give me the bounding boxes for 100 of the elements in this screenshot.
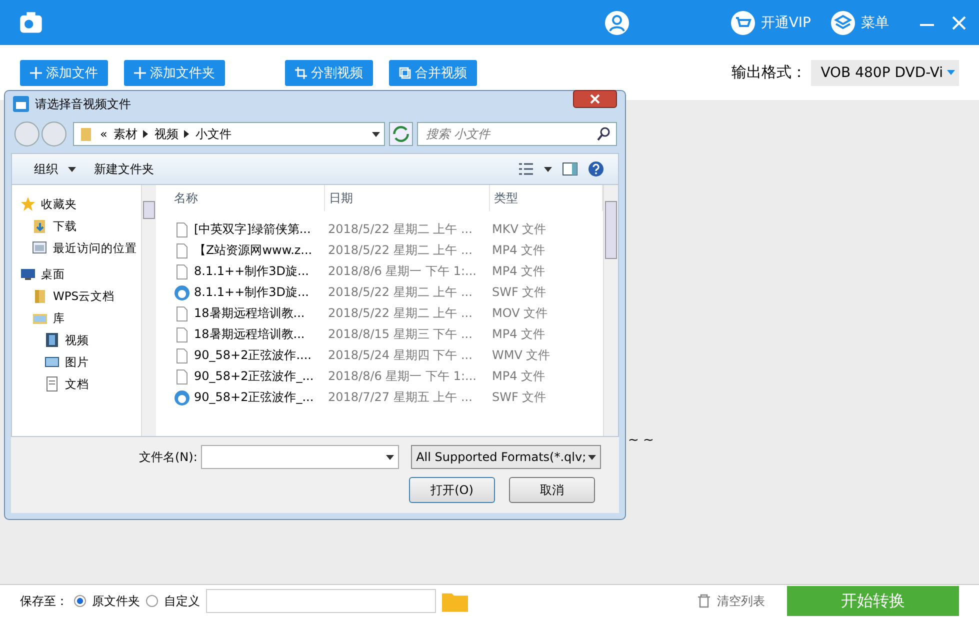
plus-icon [134, 66, 146, 78]
refresh-icon[interactable] [389, 122, 413, 146]
folder-icon [78, 126, 94, 142]
tree-item[interactable]: 图片 [65, 354, 89, 370]
close-icon [590, 94, 600, 104]
caret-icon[interactable] [372, 132, 380, 136]
document-icon [44, 376, 60, 392]
monitor-icon [20, 266, 36, 282]
file-name[interactable]: 8.1.1++制作3D旋... [194, 263, 309, 280]
command-button[interactable]: 新建文件夹 [86, 160, 162, 178]
close-button[interactable] [573, 90, 617, 108]
tree-item[interactable]: WPS云文档 [53, 288, 115, 304]
file-type: SWF 文件 [491, 284, 548, 301]
hint-text: ~ ~ [628, 433, 654, 448]
file-type: MP4 文件 [491, 326, 546, 343]
breadcrumb-item[interactable]: 小文件 [195, 126, 232, 142]
caret-icon[interactable] [544, 166, 552, 172]
radio-label[interactable]: 自定义 [164, 592, 200, 610]
trash-icon[interactable] [697, 594, 711, 608]
file-name-label: 文件名(N): [139, 448, 198, 466]
file-date: 2018/5/22 星期二 上午 ... [327, 284, 474, 301]
output-format-label: 输出格式： [732, 63, 807, 82]
open-button[interactable]: 打开(O) [409, 477, 495, 503]
command-button[interactable]: 组织 [26, 160, 66, 178]
column-header[interactable]: 名称 [170, 185, 325, 211]
film-icon [44, 332, 60, 348]
caret-icon [947, 70, 955, 75]
back-forward-icon[interactable] [13, 121, 69, 147]
file-type: SWF 文件 [491, 389, 548, 406]
radio-label[interactable]: 原文件夹 [92, 592, 140, 610]
chevron-icon [184, 130, 190, 138]
view-list-icon[interactable] [518, 161, 534, 177]
clear-list-link[interactable]: 清空列表 [717, 592, 765, 610]
cancel-button[interactable]: 取消 [509, 477, 595, 503]
cart-icon[interactable] [730, 10, 755, 34]
breadcrumb-item[interactable]: 视频 [154, 126, 178, 142]
tree-item[interactable]: 库 [53, 310, 65, 326]
plus-icon [30, 66, 42, 78]
scrollbar[interactable] [603, 185, 618, 436]
file-date: 2018/5/22 星期二 上午 ... [327, 242, 474, 259]
file-type: MOV 文件 [491, 305, 549, 322]
output-path-field[interactable] [206, 589, 436, 613]
output-format-dropdown[interactable]: VOB 480P DVD-Vi [810, 60, 959, 86]
help-icon[interactable] [588, 161, 604, 177]
tree-item[interactable]: 桌面 [41, 266, 65, 282]
chevron-icon [143, 130, 148, 138]
merge-icon [399, 66, 411, 78]
file-type: MKV 文件 [491, 221, 548, 238]
file-name[interactable]: 8.1.1++制作3D旋... [194, 284, 309, 301]
download-folder-icon [32, 218, 48, 234]
file-name[interactable]: 90_58+2正弦波作_... [194, 389, 314, 406]
user-avatar-icon[interactable] [604, 10, 629, 34]
caret-icon[interactable] [386, 454, 394, 460]
close-icon[interactable] [951, 14, 967, 30]
picture-icon [44, 354, 60, 370]
app-logo-icon [18, 10, 44, 36]
file-date: 2018/8/6 星期一 下午 1:... [327, 368, 478, 385]
app-logo-icon [13, 96, 29, 112]
dialog-title: 请选择音视频文件 [35, 96, 131, 112]
recent-places-icon [32, 240, 48, 256]
file-name[interactable]: 【Z站资源网www.z... [194, 242, 312, 259]
file-type-dropdown[interactable]: All Supported Formats(*.qlv; [411, 445, 601, 469]
file-date: 2018/8/6 星期一 下午 1:... [327, 263, 478, 280]
tree-item[interactable]: 文档 [65, 376, 89, 392]
caret-icon[interactable] [68, 166, 76, 172]
radio-button[interactable] [146, 595, 158, 607]
address-bar[interactable]: « 素材 视频 小文件 [73, 122, 385, 146]
file-name[interactable]: [中英双字]绿箭侠第... [194, 221, 311, 238]
file-name[interactable]: 90_58+2正弦波作_... [194, 368, 314, 385]
file-date: 2018/5/22 星期二 上午 ... [327, 221, 474, 238]
radio-button[interactable] [74, 595, 86, 607]
caret-icon [588, 454, 596, 460]
file-date: 2018/5/22 星期二 上午 ... [327, 305, 474, 322]
tree-item[interactable]: 最近访问的位置 [53, 240, 137, 256]
column-header[interactable]: 日期 [325, 185, 490, 211]
star-icon [20, 196, 36, 212]
preview-pane-icon[interactable] [562, 161, 578, 177]
file-name[interactable]: 18暑期远程培训教... [194, 326, 305, 343]
file-name[interactable]: 18暑期远程培训教... [194, 305, 305, 322]
breadcrumb-item[interactable]: « [100, 127, 108, 141]
file-date: 2018/7/27 星期五 上午 ... [327, 389, 474, 406]
file-type: MP4 文件 [491, 242, 546, 259]
file-date: 2018/8/15 星期三 下午 ... [327, 326, 474, 343]
layers-icon[interactable] [831, 10, 855, 34]
file-type: WMV 文件 [491, 347, 552, 364]
tree-item[interactable]: 视频 [65, 332, 89, 348]
tree-item[interactable]: 收藏夹 [41, 196, 77, 212]
save-to-label: 保存至： [20, 592, 68, 610]
file-type: MP4 文件 [491, 263, 546, 280]
crop-icon [295, 66, 307, 78]
breadcrumb-item[interactable]: 素材 [113, 126, 138, 142]
search-icon [596, 126, 612, 142]
folder-icon [32, 288, 48, 304]
tree-item[interactable]: 下载 [53, 218, 77, 234]
file-date: 2018/5/24 星期四 下午 ... [327, 347, 474, 364]
scrollbar[interactable] [141, 185, 156, 436]
file-name-field[interactable] [201, 445, 400, 469]
file-name[interactable]: 90_58+2正弦波作.... [194, 347, 312, 364]
file-type: MP4 文件 [491, 368, 546, 385]
search-field[interactable]: 搜索 小文件 [417, 122, 617, 146]
